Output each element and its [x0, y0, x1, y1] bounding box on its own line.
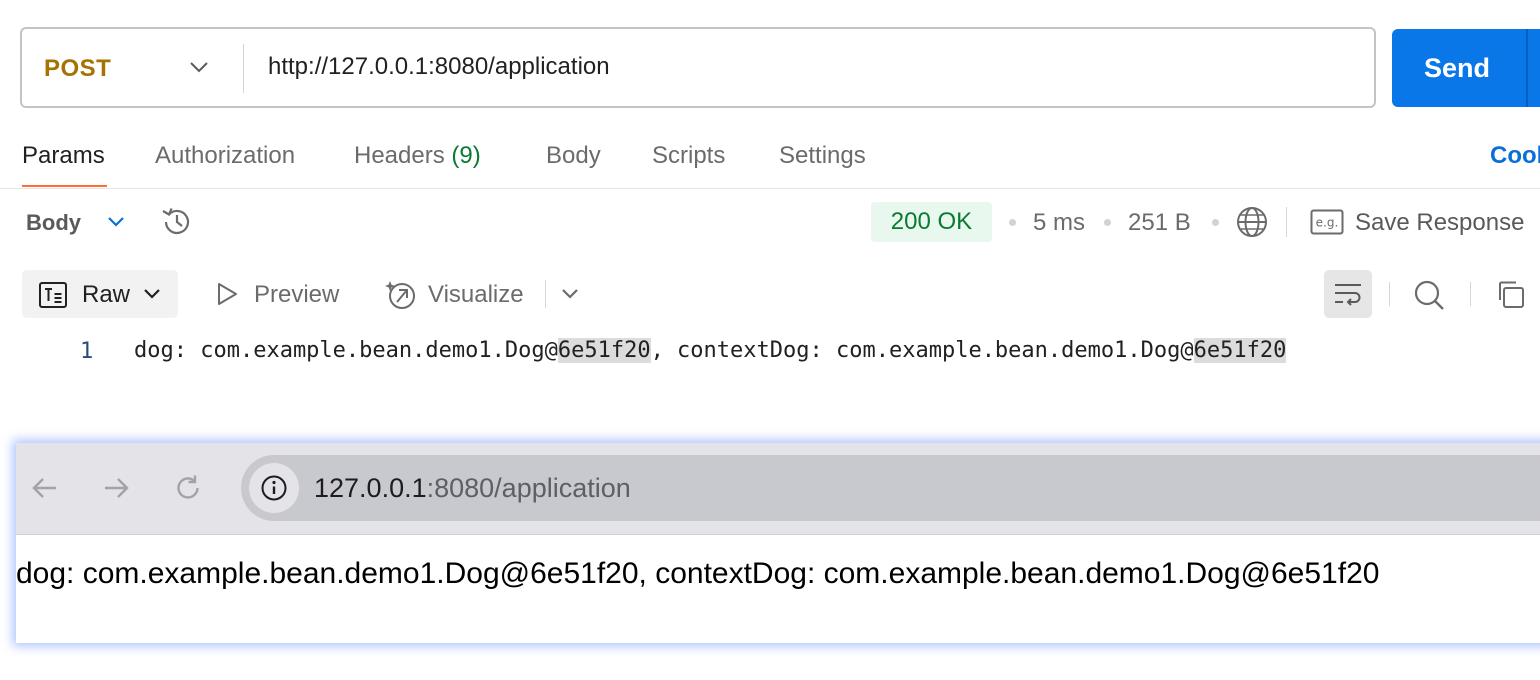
globe-icon[interactable]: [1235, 205, 1269, 239]
divider: [1286, 207, 1287, 237]
tab-headers[interactable]: Headers (9): [354, 142, 481, 170]
tab-authorization[interactable]: Authorization: [155, 142, 295, 170]
divider: [1470, 282, 1471, 306]
status-badge: 200 OK: [871, 202, 992, 242]
divider: [1389, 282, 1390, 306]
eg-icon-text: e.g.: [1316, 216, 1339, 230]
play-icon: [214, 281, 240, 307]
chevron-down-icon[interactable]: [106, 215, 126, 229]
method-url-divider: [243, 44, 244, 93]
tab-body[interactable]: Body: [546, 142, 601, 170]
history-icon[interactable]: [159, 205, 195, 239]
back-arrow-icon[interactable]: [30, 473, 60, 503]
cookies-link[interactable]: Cookies: [1490, 142, 1540, 170]
response-body-label[interactable]: Body: [26, 210, 81, 236]
text-format-icon: [38, 281, 68, 309]
tabs-divider: [0, 188, 1540, 189]
highlighted-hash: 6e51f20: [1193, 338, 1287, 363]
response-code-line[interactable]: dog: com.example.bean.demo1.Dog@6e51f20,…: [134, 338, 1287, 363]
save-response-button[interactable]: Save Response: [1355, 209, 1524, 237]
tab-settings[interactable]: Settings: [779, 142, 866, 170]
wrap-lines-icon: [1332, 279, 1364, 309]
separator-dot: [1104, 219, 1111, 226]
chevron-down-icon: [142, 287, 162, 301]
response-time: 5 ms: [1033, 209, 1086, 236]
search-icon[interactable]: [1412, 278, 1446, 312]
highlighted-hash: 6e51f20: [557, 338, 651, 363]
method-select[interactable]: POST: [22, 29, 242, 106]
tab-headers-label: Headers: [354, 142, 445, 169]
tab-scripts[interactable]: Scripts: [652, 142, 725, 170]
response-bar: Body 200 OK 5 ms 251 B e.g. Save Respons…: [0, 190, 1540, 254]
chevron-down-icon: [188, 59, 210, 75]
separator-dot: [1212, 219, 1219, 226]
wrap-lines-button[interactable]: [1324, 270, 1372, 318]
code-dog-prefix: dog: com.example.bean.demo1.Dog@: [134, 338, 558, 363]
headers-count-badge: (9): [451, 142, 481, 169]
raw-format-select[interactable]: Raw: [22, 270, 178, 318]
reload-icon[interactable]: [173, 473, 203, 503]
tab-params[interactable]: Params: [22, 142, 105, 170]
request-bar: POST: [20, 27, 1376, 108]
info-icon: [260, 474, 288, 502]
visualize-label: Visualize: [428, 281, 524, 308]
raw-label: Raw: [82, 281, 131, 308]
site-info-button[interactable]: [249, 463, 299, 513]
url-input[interactable]: [268, 53, 1348, 81]
copy-icon[interactable]: [1495, 279, 1527, 311]
visualize-button[interactable]: Visualize: [382, 270, 532, 318]
request-tabs: Params Authorization Headers (9) Body Sc…: [0, 130, 1540, 188]
forward-arrow-icon[interactable]: [101, 473, 131, 503]
visualize-icon: [384, 279, 418, 311]
page-body-text: dog: com.example.bean.demo1.Dog@6e51f20,…: [16, 557, 1380, 590]
address-text: 127.0.0.1:8080/application: [314, 473, 631, 504]
method-label: POST: [44, 55, 112, 82]
active-tab-indicator: [22, 185, 107, 187]
line-number: 1: [80, 339, 94, 364]
browser-window: 127.0.0.1:8080/application dog: com.exam…: [16, 443, 1540, 643]
separator-dot: [1009, 219, 1016, 226]
code-context-prefix: , contextDog: com.example.bean.demo1.Dog…: [650, 338, 1194, 363]
address-path: :8080/application: [426, 473, 631, 503]
send-dropdown-divider: [1526, 29, 1528, 107]
response-size: 251 B: [1128, 209, 1191, 236]
browser-toolbar: 127.0.0.1:8080/application: [16, 443, 1540, 535]
divider: [545, 280, 546, 308]
preview-label: Preview: [254, 281, 340, 308]
save-example-icon[interactable]: e.g.: [1310, 209, 1344, 235]
send-button[interactable]: Send: [1392, 29, 1540, 107]
address-host: 127.0.0.1: [314, 473, 427, 503]
chevron-down-icon[interactable]: [560, 287, 580, 301]
address-bar[interactable]: 127.0.0.1:8080/application: [241, 455, 1540, 521]
preview-button[interactable]: Preview: [212, 270, 352, 318]
